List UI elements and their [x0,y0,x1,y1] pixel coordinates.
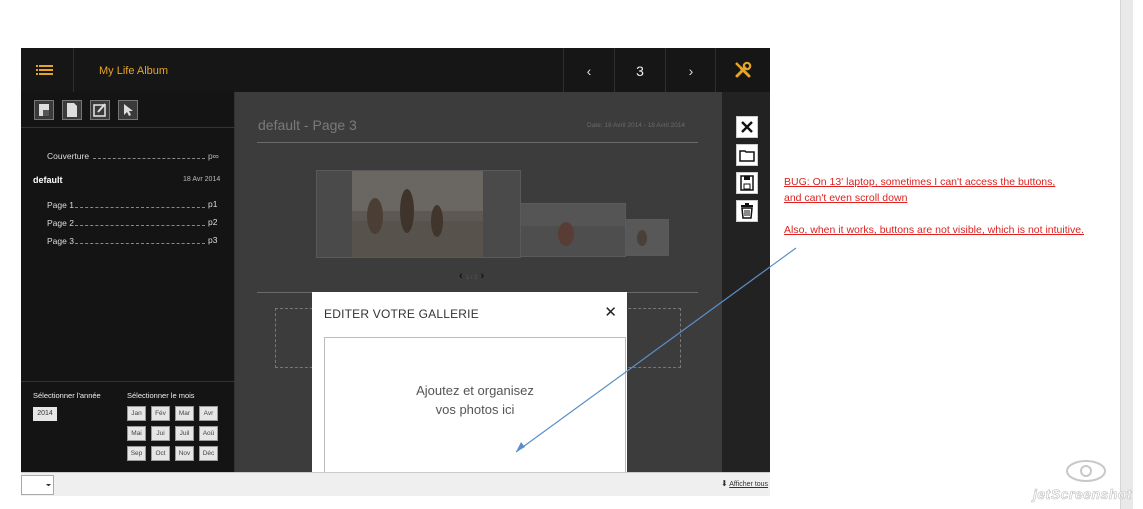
page-scrollbar[interactable] [1120,0,1133,509]
annotation-arrow [515,247,797,453]
camera-icon [1066,460,1106,482]
watermark-text: jetScreenshot [1033,486,1133,503]
